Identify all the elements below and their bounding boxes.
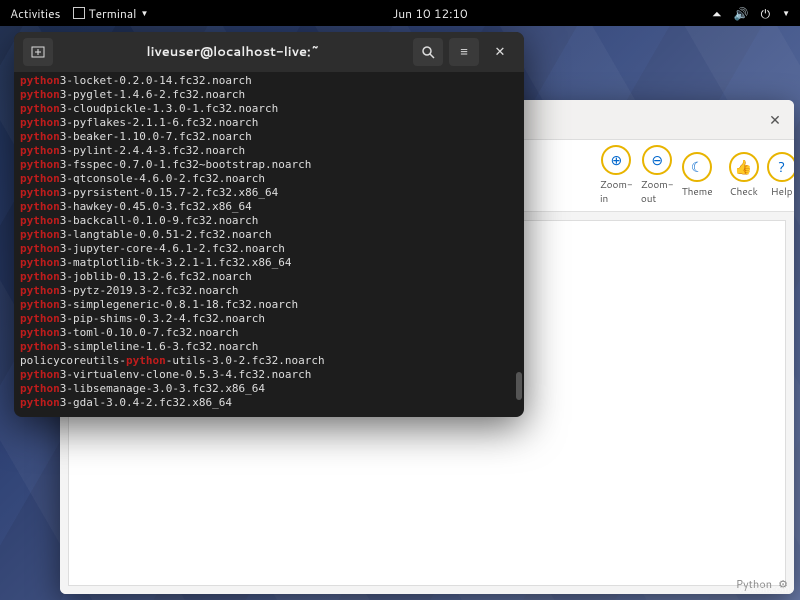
terminal-line: policycoreutils-python-utils-3.0-2.fc32.… [20,354,518,368]
terminal-line: python3-beaker-1.10.0-7.fc32.noarch [20,130,518,144]
close-button[interactable]: ✕ [764,109,786,131]
app-menu-label: Terminal [89,5,137,22]
network-icon[interactable]: ⏶ [712,5,722,22]
terminal-output[interactable]: python3-locket-0.2.0-14.fc32.noarchpytho… [14,72,524,417]
terminal-line: python3-pylint-2.4.4-3.fc32.noarch [20,144,518,158]
system-menu-chevron-icon[interactable]: ▼ [782,7,790,19]
tool-zoom-in[interactable]: ⊕ Zoom-in [600,145,633,206]
new-tab-button[interactable] [23,38,53,66]
menu-button[interactable]: ≡ [449,38,479,66]
help-icon: ? [767,152,794,182]
terminal-line: python3-pyglet-1.4.6-2.fc32.noarch [20,88,518,102]
new-tab-icon [31,45,45,59]
terminal-line: python3-simplegeneric-0.8.1-18.fc32.noar… [20,298,518,312]
terminal-app-icon [73,7,85,19]
zoom-out-icon: ⊖ [642,145,672,175]
terminal-title: liveuser@localhost-live:~ [56,43,410,61]
tool-label: Check [729,185,757,199]
terminal-line: python3-matplotlib-tk-3.2.1-1.fc32.x86_6… [20,256,518,270]
tool-zoom-out[interactable]: ⊖ Zoom-out [641,145,674,206]
clock[interactable]: Jun 10 12:10 [158,5,702,22]
terminal-line: python3-pyflakes-2.1.1-6.fc32.noarch [20,116,518,130]
terminal-line: python3-langtable-0.0.51-2.fc32.noarch [20,228,518,242]
tool-help[interactable]: ? Help [767,152,794,199]
terminal-line: python3-locket-0.2.0-14.fc32.noarch [20,74,518,88]
scrollbar-thumb[interactable] [516,372,522,400]
gnome-top-bar: Activities Terminal ▼ Jun 10 12:10 ⏶ 🔊 ⏻… [0,0,800,26]
zoom-in-icon: ⊕ [601,145,631,175]
hamburger-icon: ≡ [460,43,468,61]
search-icon [422,46,435,59]
power-icon[interactable]: ⏻ [761,5,771,22]
volume-icon[interactable]: 🔊 [734,5,749,22]
tool-label: Help [771,185,793,199]
terminal-line: python3-hawkey-0.45.0-3.fc32.x86_64 [20,200,518,214]
tool-label: Zoom-in [600,178,633,206]
check-icon: 👍 [729,152,759,182]
terminal-line: python3-fsspec-0.7.0-1.fc32~bootstrap.no… [20,158,518,172]
terminal-line: python3-joblib-0.13.2-6.fc32.noarch [20,270,518,284]
tool-label: Zoom-out [641,178,674,206]
search-button[interactable] [413,38,443,66]
terminal-line: python3-toml-0.10.0-7.fc32.noarch [20,326,518,340]
chevron-down-icon: ▼ [140,7,148,19]
close-icon: ✕ [495,43,506,61]
terminal-window[interactable]: liveuser@localhost-live:~ ≡ ✕ python3-lo… [14,32,524,417]
terminal-line: python3-pip-shims-0.3.2-4.fc32.noarch [20,312,518,326]
watermark: wsxdn.com [738,582,790,596]
theme-icon: ☾ [682,152,712,182]
terminal-headerbar[interactable]: liveuser@localhost-live:~ ≡ ✕ [14,32,524,72]
terminal-line: python3-backcall-0.1.0-9.fc32.noarch [20,214,518,228]
tool-label: Theme [682,185,713,199]
close-button[interactable]: ✕ [485,38,515,66]
terminal-line: python3-cloudpickle-1.3.0-1.fc32.noarch [20,102,518,116]
terminal-line: python3-pytz-2019.3-2.fc32.noarch [20,284,518,298]
activities-button[interactable]: Activities [10,5,61,22]
tool-check[interactable]: 👍 Check [729,152,759,199]
terminal-line: python3-virtualenv-clone-0.5.3-4.fc32.no… [20,368,518,382]
terminal-line: python3-gdal-3.0.4-2.fc32.x86_64 [20,396,518,410]
app-menu[interactable]: Terminal ▼ [73,5,149,22]
terminal-line: python3-simpleline-1.6-3.fc32.noarch [20,340,518,354]
terminal-line: python3-jupyter-core-4.6.1-2.fc32.noarch [20,242,518,256]
tool-theme[interactable]: ☾ Theme [682,152,713,199]
terminal-line: python3-pyrsistent-0.15.7-2.fc32.x86_64 [20,186,518,200]
terminal-line: python3-libsemanage-3.0-3.fc32.x86_64 [20,382,518,396]
terminal-line: python3-qtconsole-4.6.0-2.fc32.noarch [20,172,518,186]
